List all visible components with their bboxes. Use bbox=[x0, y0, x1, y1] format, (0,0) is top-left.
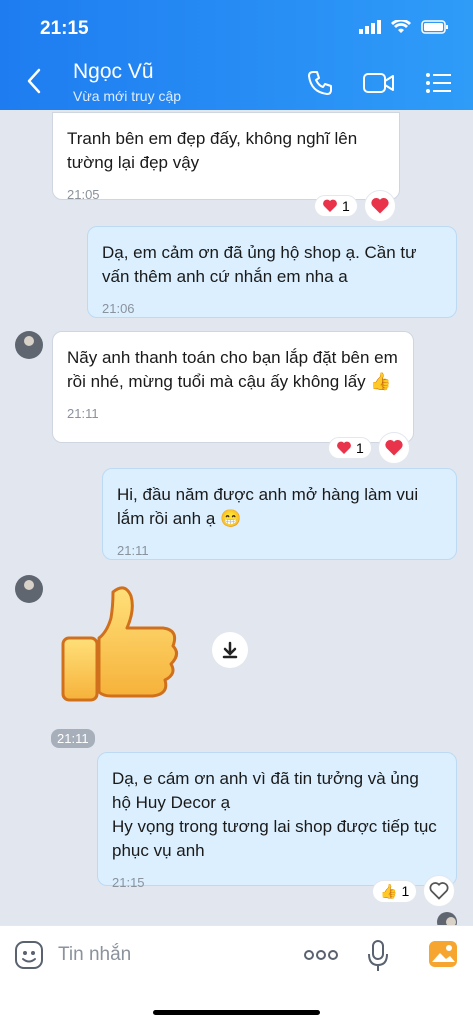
message-bubble-outgoing[interactable]: Hi, đầu năm được anh mở hàng làm vui lắm… bbox=[102, 468, 457, 560]
reaction-count: 1 bbox=[401, 883, 410, 899]
video-call-icon[interactable] bbox=[363, 72, 395, 94]
message-text: Dạ, em cảm ơn đã ủng hộ shop ạ. Cần tư v… bbox=[102, 243, 417, 286]
thumbs-up-icon bbox=[61, 586, 178, 702]
message-bubble-outgoing[interactable]: Dạ, e cám ơn anh vì đã tin tưởng và ủng … bbox=[97, 752, 457, 890]
message-time: 21:11 bbox=[117, 543, 149, 558]
signal-icon bbox=[359, 20, 381, 34]
react-button[interactable] bbox=[363, 190, 396, 222]
reaction-summary[interactable]: 👍 1 bbox=[372, 879, 418, 903]
react-button[interactable] bbox=[377, 432, 410, 464]
heart-icon bbox=[385, 439, 403, 456]
message-bubble-incoming[interactable]: Tranh bên em đẹp đấy, không nghĩ lên tườ… bbox=[52, 112, 400, 202]
avatar[interactable] bbox=[15, 575, 43, 603]
gallery-icon[interactable] bbox=[428, 940, 458, 968]
reaction-count: 1 bbox=[356, 440, 364, 456]
sticker-icon[interactable] bbox=[14, 940, 44, 970]
home-indicator bbox=[153, 1010, 320, 1015]
thumbs-up-icon: 👍 bbox=[380, 882, 398, 899]
reaction-summary[interactable]: 1 bbox=[314, 195, 358, 217]
contact-name[interactable]: Ngọc Vũ bbox=[73, 60, 154, 84]
reaction-bar: 1 bbox=[328, 432, 410, 464]
status-icons bbox=[359, 20, 449, 34]
wifi-icon bbox=[391, 20, 411, 33]
back-icon[interactable] bbox=[26, 68, 42, 94]
reaction-summary[interactable]: 1 bbox=[328, 437, 372, 459]
download-button[interactable] bbox=[212, 632, 248, 668]
message-text: Tranh bên em đẹp đấy, không nghĩ lên tườ… bbox=[67, 129, 358, 172]
contact-status: Vừa mới truy cập bbox=[73, 88, 182, 104]
more-icon[interactable] bbox=[304, 948, 338, 962]
header-actions bbox=[307, 70, 451, 96]
message-time: 21:06 bbox=[102, 301, 135, 316]
message-input[interactable]: Tin nhắn bbox=[58, 944, 131, 966]
message-time: 21:11 bbox=[67, 406, 99, 421]
status-time: 21:15 bbox=[40, 18, 89, 39]
reaction-bar: 1 bbox=[314, 190, 396, 222]
message-text: Hi, đầu năm được anh mở hàng làm vui lắm… bbox=[117, 485, 419, 528]
avatar[interactable] bbox=[15, 331, 43, 359]
composer-bar: Tin nhắn bbox=[0, 925, 473, 1025]
heart-icon bbox=[371, 197, 389, 214]
message-text: Nãy anh thanh toán cho bạn lắp đặt bên e… bbox=[67, 348, 398, 391]
thumbs-up-sticker[interactable] bbox=[55, 578, 195, 718]
message-text: Dạ, e cám ơn anh vì đã tin tưởng và ủng … bbox=[112, 769, 437, 860]
chat-header: 21:15 Ngọc Vũ Vừa mới truy cập bbox=[0, 0, 473, 110]
heart-icon bbox=[337, 441, 351, 454]
download-icon bbox=[222, 641, 238, 659]
react-button[interactable] bbox=[423, 875, 456, 907]
battery-icon bbox=[421, 20, 448, 34]
reaction-bar: 👍 1 bbox=[372, 875, 456, 907]
heart-outline-icon bbox=[429, 882, 449, 900]
message-bubble-outgoing[interactable]: Dạ, em cảm ơn đã ủng hộ shop ạ. Cần tư v… bbox=[87, 226, 457, 318]
phone-icon[interactable] bbox=[307, 70, 333, 96]
microphone-icon[interactable] bbox=[368, 940, 388, 972]
message-bubble-incoming[interactable]: Nãy anh thanh toán cho bạn lắp đặt bên e… bbox=[52, 331, 414, 443]
sticker-time: 21:11 bbox=[51, 729, 95, 748]
heart-icon bbox=[323, 199, 337, 212]
reaction-count: 1 bbox=[342, 198, 350, 214]
list-menu-icon[interactable] bbox=[425, 72, 451, 94]
